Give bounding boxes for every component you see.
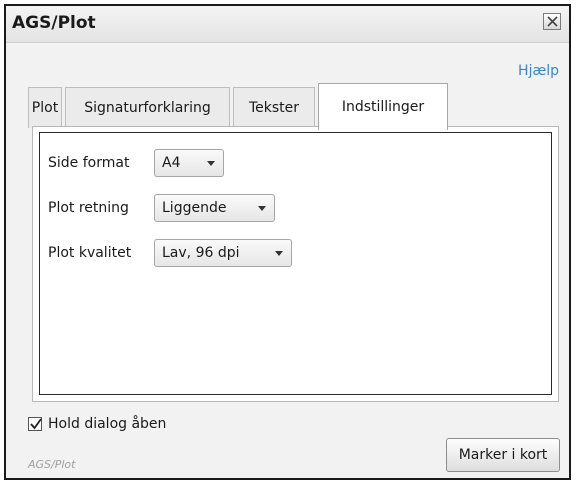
tab-tekster-label: Tekster <box>248 100 300 116</box>
page-format-select[interactable]: A4 <box>154 149 224 177</box>
keep-open-label: Hold dialog åben <box>48 416 167 432</box>
dialog-title: AGS/Plot <box>12 13 96 33</box>
tab-tekster[interactable]: Tekster <box>233 87 315 128</box>
plot-quality-label: Plot kvalitet <box>48 245 132 261</box>
settings-panel: Side format A4 Plot retning Liggende Plo… <box>32 126 559 402</box>
title-bar[interactable]: AGS/Plot <box>6 6 569 43</box>
tab-signaturforklaring[interactable]: Signaturforklaring <box>65 87 230 128</box>
settings-panel-inner: Side format A4 Plot retning Liggende Plo… <box>39 132 552 395</box>
chevron-down-icon <box>207 161 215 166</box>
plot-direction-label: Plot retning <box>48 200 129 216</box>
tab-indstillinger-label: Indstillinger <box>341 99 425 115</box>
close-icon <box>547 16 558 27</box>
keep-open-checkbox[interactable] <box>28 417 42 431</box>
plot-quality-select[interactable]: Lav, 96 dpi <box>154 239 292 267</box>
close-button[interactable] <box>543 13 561 30</box>
chevron-down-icon <box>258 206 266 211</box>
mark-in-map-label: Marker i kort <box>458 447 548 463</box>
tab-signaturforklaring-label: Signaturforklaring <box>84 100 211 116</box>
mark-in-map-button[interactable]: Marker i kort <box>446 438 560 472</box>
plot-direction-value: Liggende <box>162 200 227 216</box>
tab-plot-label: Plot <box>31 100 59 116</box>
keep-open-option[interactable]: Hold dialog åben <box>28 416 166 432</box>
tab-indstillinger[interactable]: Indstillinger <box>318 83 448 130</box>
plot-quality-value: Lav, 96 dpi <box>162 245 240 261</box>
app-name-text: AGS/Plot <box>28 458 76 471</box>
checkmark-icon <box>30 418 42 430</box>
plot-direction-select[interactable]: Liggende <box>154 194 275 222</box>
page-format-label: Side format <box>48 155 130 171</box>
page-format-value: A4 <box>162 155 181 171</box>
chevron-down-icon <box>275 251 283 256</box>
plot-dialog: AGS/Plot Hjælp Plot Signaturforklaring T… <box>4 4 571 480</box>
help-link[interactable]: Hjælp <box>518 63 559 79</box>
tab-plot[interactable]: Plot <box>28 87 62 128</box>
